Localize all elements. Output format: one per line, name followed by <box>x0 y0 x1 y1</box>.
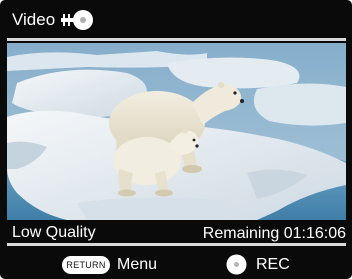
header-bar: Video <box>0 0 352 38</box>
menu-label: Menu <box>117 256 158 273</box>
remaining-time: Remaining 01:16:06 <box>202 225 346 242</box>
footer-bar: RETURN Menu REC <box>0 249 352 279</box>
quality-label: Low Quality <box>12 224 96 241</box>
polar-bear-image <box>7 43 346 220</box>
rec-label: REC <box>256 256 290 273</box>
rec-button-icon[interactable] <box>226 254 247 275</box>
header-divider <box>7 38 346 41</box>
video-plug-icon <box>61 10 93 30</box>
video-preview <box>7 43 346 220</box>
return-button[interactable]: RETURN <box>62 256 110 274</box>
page-title: Video <box>12 10 56 29</box>
footer-divider <box>7 243 346 246</box>
camera-screen: Video Low Quality Remaining 01:16:06 RET… <box>0 0 352 279</box>
